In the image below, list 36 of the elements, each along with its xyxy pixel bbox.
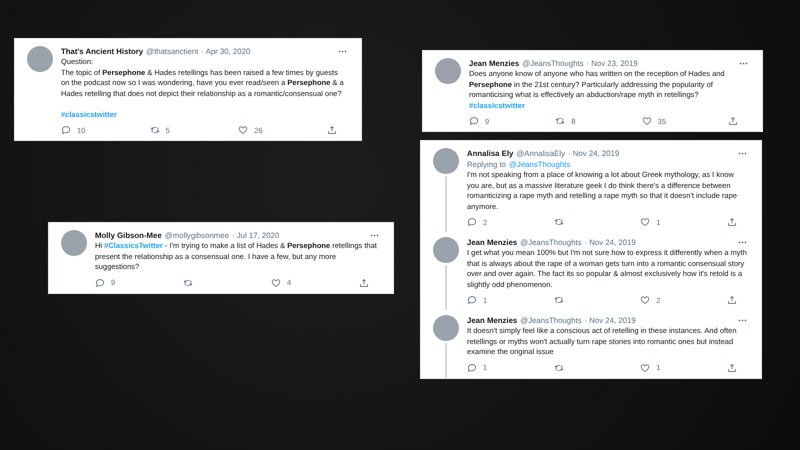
share-icon[interactable] <box>359 278 369 288</box>
retweet-icon[interactable] <box>554 295 564 305</box>
avatar[interactable] <box>433 315 459 341</box>
share-icon[interactable] <box>727 362 738 372</box>
heart-icon[interactable] <box>642 116 652 126</box>
share-icon[interactable] <box>728 116 738 126</box>
reply-icon[interactable] <box>95 278 105 288</box>
more-icon[interactable] <box>338 50 347 53</box>
reply-icon[interactable] <box>61 125 71 135</box>
share-icon[interactable] <box>727 295 738 305</box>
heart-icon[interactable] <box>640 295 650 305</box>
avatar[interactable] <box>27 46 53 72</box>
avatar[interactable] <box>435 58 461 84</box>
retweet-icon[interactable] <box>183 278 193 288</box>
avatar[interactable] <box>61 230 87 256</box>
retweet-icon[interactable] <box>554 362 564 372</box>
more-icon[interactable] <box>370 234 379 237</box>
reply-icon[interactable] <box>467 217 477 227</box>
retweet-icon[interactable] <box>150 125 160 135</box>
more-icon[interactable] <box>738 241 747 244</box>
more-icon[interactable] <box>739 62 748 65</box>
reply-icon[interactable] <box>469 116 479 126</box>
retweet-icon[interactable] <box>554 217 564 227</box>
avatar[interactable] <box>433 237 459 263</box>
more-icon[interactable] <box>738 152 747 155</box>
share-icon[interactable] <box>327 125 338 135</box>
heart-icon[interactable] <box>640 217 650 227</box>
heart-icon[interactable] <box>640 362 650 372</box>
share-icon[interactable] <box>727 217 738 227</box>
reply-icon[interactable] <box>467 295 477 305</box>
avatar[interactable] <box>433 148 459 174</box>
retweet-icon[interactable] <box>555 116 566 126</box>
heart-icon[interactable] <box>238 125 248 135</box>
more-icon[interactable] <box>738 319 747 322</box>
heart-icon[interactable] <box>271 278 281 288</box>
reply-icon[interactable] <box>467 362 477 372</box>
